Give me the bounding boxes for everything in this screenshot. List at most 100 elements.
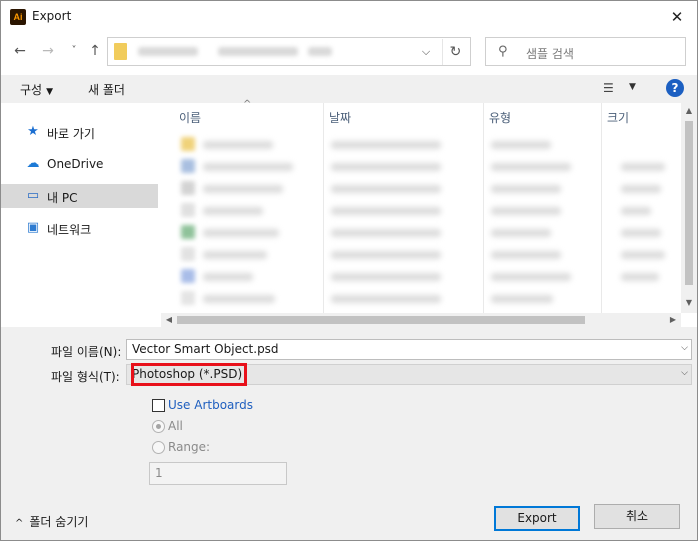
- blurred-file-date: [331, 207, 441, 215]
- search-icon: ⚲: [498, 44, 508, 59]
- sidebar-item-onedrive[interactable]: ☁ OneDrive: [1, 152, 158, 176]
- column-divider[interactable]: [601, 103, 602, 313]
- hide-folders-button[interactable]: ^ 폴더 숨기기: [15, 513, 88, 530]
- folder-icon: [181, 137, 195, 151]
- filename-label: 파일 이름(N):: [51, 345, 122, 359]
- address-dropdown-button[interactable]: ⌵: [414, 39, 438, 65]
- blurred-file-date: [331, 295, 441, 303]
- export-dialog: Ai Export ✕ ← → ˅ ↑ ⌵ ↻ ⚲ 샘플 검색 구성 ▼ 새 폴더…: [0, 0, 698, 541]
- network-icon: ▣: [26, 220, 40, 235]
- use-artboards-checkbox[interactable]: [152, 399, 165, 412]
- range-input[interactable]: 1: [149, 462, 287, 485]
- up-arrow-icon: ↑: [89, 43, 101, 59]
- range-value: 1: [155, 466, 163, 480]
- sidebar-item-label: 네트워크: [47, 223, 92, 237]
- blurred-file-size: [621, 185, 661, 193]
- scroll-left-icon[interactable]: ◀: [161, 312, 177, 328]
- up-button[interactable]: ↑: [84, 39, 106, 63]
- chevron-down-icon: ⌵: [421, 45, 431, 58]
- blurred-path-segment: [138, 47, 198, 56]
- blurred-file-date: [331, 163, 441, 171]
- filename-field[interactable]: Vector Smart Object.psd ⌵: [126, 339, 692, 360]
- hide-folders-label: 폴더 숨기기: [29, 515, 89, 529]
- blurred-path-segment: [218, 47, 298, 56]
- blurred-file-type: [491, 141, 551, 149]
- close-icon: ✕: [670, 8, 684, 26]
- search-input[interactable]: 샘플 검색: [526, 45, 574, 62]
- sidebar-item-network[interactable]: ▣ 네트워크: [1, 216, 158, 240]
- blurred-file-type: [491, 185, 561, 193]
- search-box[interactable]: ⚲ 샘플 검색: [485, 37, 686, 66]
- sidebar-item-quick-access[interactable]: ★ 바로 가기: [1, 120, 158, 144]
- column-divider[interactable]: [483, 103, 484, 313]
- filename-value: Vector Smart Object.psd: [132, 342, 279, 356]
- sidebar-item-this-pc[interactable]: ▭ 내 PC: [1, 184, 158, 208]
- blurred-file-type: [491, 295, 553, 303]
- sort-ascending-icon: ^: [243, 99, 252, 110]
- organize-label: 구성: [20, 83, 43, 97]
- file-icon: [181, 247, 195, 261]
- blurred-file-size: [621, 207, 651, 215]
- filetype-label: 파일 형식(T):: [51, 370, 120, 384]
- all-label: All: [168, 419, 183, 433]
- scroll-down-icon[interactable]: ▼: [681, 295, 697, 311]
- blurred-file-name: [203, 273, 253, 281]
- recent-locations-button[interactable]: ˅: [63, 39, 85, 63]
- column-header-size[interactable]: 크기: [607, 109, 629, 126]
- organize-button[interactable]: 구성 ▼: [20, 81, 53, 98]
- blurred-file-size: [621, 163, 665, 171]
- star-icon: ★: [27, 124, 39, 139]
- export-button[interactable]: Export: [494, 506, 580, 531]
- view-options-icon[interactable]: ☰: [603, 81, 614, 95]
- blurred-file-type: [491, 229, 551, 237]
- column-header-name[interactable]: 이름: [179, 109, 201, 126]
- command-toolbar: 구성 ▼ 새 폴더 ☰ ▼ ?: [1, 75, 697, 103]
- sidebar-item-label: OneDrive: [47, 157, 104, 171]
- view-caret-icon[interactable]: ▼: [629, 82, 636, 92]
- refresh-button[interactable]: ↻: [442, 39, 468, 65]
- blurred-file-name: [203, 229, 279, 237]
- forward-arrow-icon: →: [42, 43, 54, 59]
- blurred-file-type: [491, 207, 561, 215]
- file-icon: [181, 225, 195, 239]
- refresh-icon: ↻: [449, 44, 462, 60]
- range-radio[interactable]: [152, 441, 165, 454]
- horizontal-scrollbar[interactable]: ◀ ▶: [161, 313, 681, 327]
- cancel-button[interactable]: 취소: [594, 504, 680, 529]
- horizontal-scroll-thumb[interactable]: [177, 316, 585, 324]
- forward-button[interactable]: →: [37, 39, 59, 63]
- file-icon: [181, 181, 195, 195]
- file-list[interactable]: ^ 이름 날짜 유형 크기 ▲ ▼ ◀ ▶: [161, 99, 697, 327]
- range-label: Range:: [168, 440, 211, 454]
- column-header-date[interactable]: 날짜: [329, 109, 351, 126]
- scroll-right-icon[interactable]: ▶: [665, 312, 681, 328]
- column-header-type[interactable]: 유형: [489, 109, 511, 126]
- help-button[interactable]: ?: [666, 79, 684, 97]
- blurred-file-date: [331, 251, 441, 259]
- blurred-file-name: [203, 163, 293, 171]
- new-folder-button[interactable]: 새 폴더: [88, 81, 125, 98]
- use-artboards-label[interactable]: Use Artboards: [168, 398, 253, 412]
- close-button[interactable]: ✕: [663, 3, 691, 31]
- scroll-up-icon[interactable]: ▲: [681, 103, 697, 119]
- vertical-scrollbar[interactable]: ▲ ▼: [681, 103, 697, 313]
- vertical-scroll-thumb[interactable]: [685, 121, 693, 285]
- address-bar[interactable]: ⌵ ↻: [107, 37, 471, 66]
- blurred-file-name: [203, 185, 283, 193]
- chevron-up-icon: ^: [15, 518, 24, 529]
- navigation-pane: ★ 바로 가기 ☁ OneDrive ▭ 내 PC ▣ 네트워크: [1, 103, 161, 327]
- blurred-file-date: [331, 185, 441, 193]
- caret-down-icon: ▼: [46, 87, 54, 97]
- window-title: Export: [32, 9, 72, 23]
- chevron-down-icon[interactable]: ⌵: [681, 368, 688, 378]
- cloud-icon: ☁: [26, 156, 40, 171]
- all-radio[interactable]: [152, 420, 165, 433]
- sidebar-item-label: 내 PC: [47, 191, 78, 205]
- folder-icon: [114, 43, 127, 60]
- back-arrow-icon: ←: [14, 43, 26, 59]
- sidebar-item-label: 바로 가기: [47, 127, 95, 141]
- blurred-file-type: [491, 251, 561, 259]
- back-button[interactable]: ←: [9, 39, 31, 63]
- chevron-down-icon[interactable]: ⌵: [681, 343, 688, 353]
- column-divider[interactable]: [323, 103, 324, 313]
